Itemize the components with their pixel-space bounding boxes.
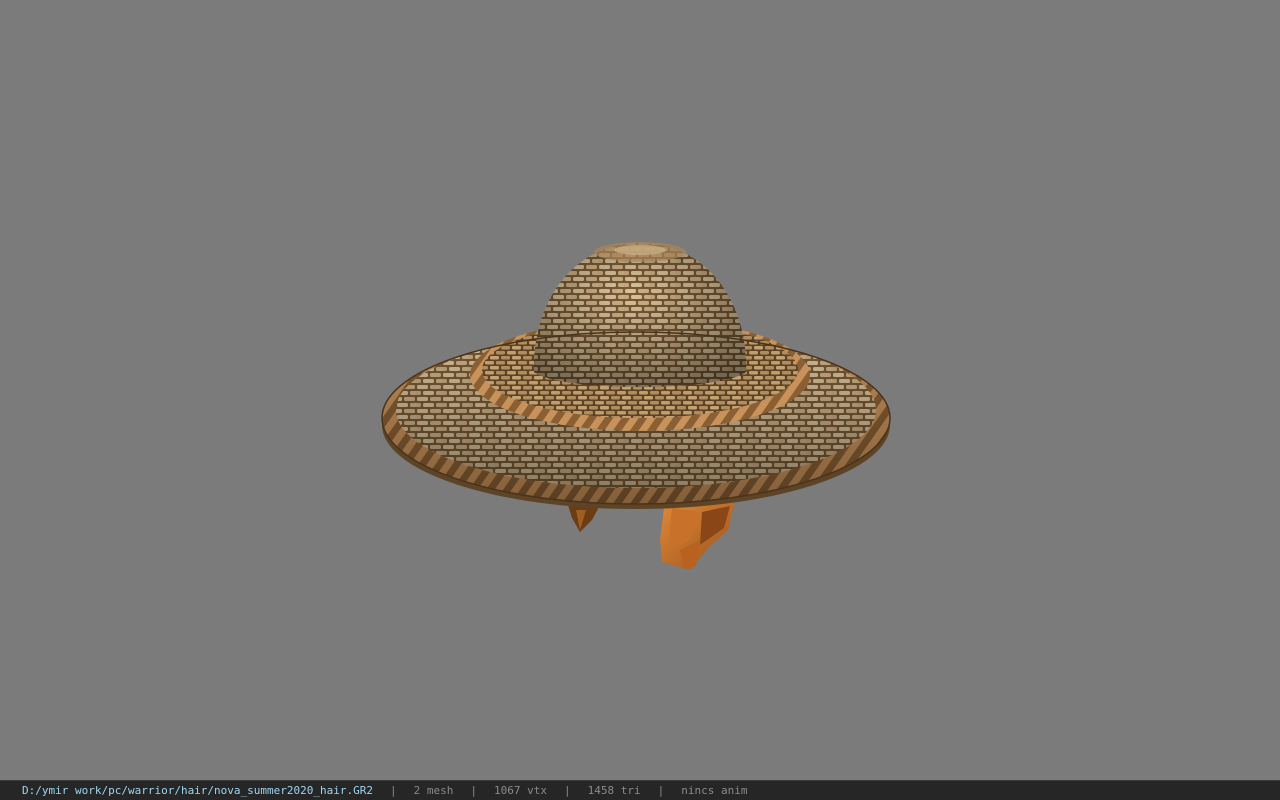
separator: | — [563, 784, 571, 797]
status-bar: D:/ymir work/pc/warrior/hair/nova_summer… — [0, 780, 1280, 800]
triangle-count: 1458 tri — [587, 784, 641, 797]
separator: | — [470, 784, 477, 797]
separator: | — [390, 784, 397, 797]
separator: | — [657, 784, 665, 797]
hat-model-render — [381, 242, 891, 570]
vertex-count: 1067 vtx — [494, 784, 547, 797]
mesh-count: 2 mesh — [413, 784, 454, 797]
ribbon-tails — [568, 500, 735, 570]
file-path: D:/ymir work/pc/warrior/hair/nova_summer… — [22, 784, 373, 797]
3d-viewport[interactable] — [0, 0, 1280, 780]
animation-status: nincs anim — [681, 784, 748, 797]
